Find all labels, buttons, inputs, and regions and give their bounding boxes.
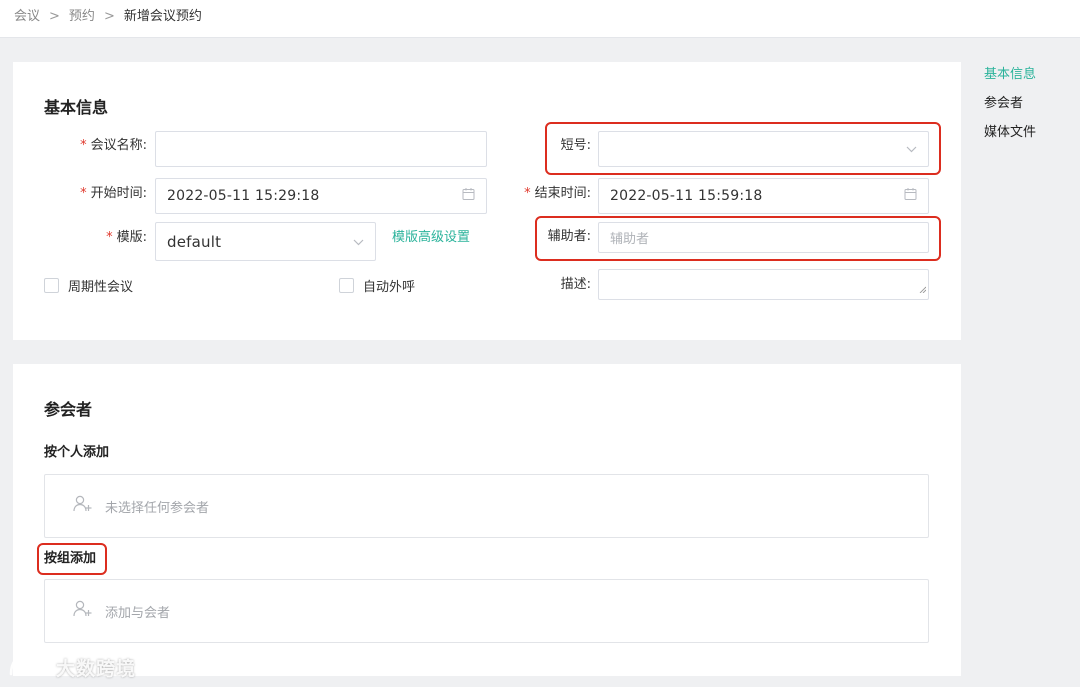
anchor-nav: 基本信息 参会者 媒体文件 — [984, 66, 1036, 153]
anchor-item-basic-info[interactable]: 基本信息 — [984, 66, 1036, 84]
breadcrumb-item-booking[interactable]: 预约 — [69, 8, 95, 26]
assistant-label: 辅助者: — [547, 229, 591, 244]
watermark: 大数跨境 — [8, 652, 136, 683]
meeting-name-label-text: 会议名称: — [90, 138, 147, 153]
add-by-group-title: 按组添加 — [44, 551, 97, 566]
add-by-group-box[interactable]: 添加与会者 — [44, 579, 929, 643]
end-time-picker[interactable]: 2022-05-11 15:59:18 — [598, 178, 929, 214]
start-time-picker[interactable]: 2022-05-11 15:29:18 — [155, 178, 487, 214]
recurring-meeting-checkbox[interactable] — [44, 278, 59, 293]
add-user-icon — [73, 600, 93, 622]
breadcrumb-item-current: 新增会议预约 — [123, 9, 202, 24]
add-by-person-title: 按个人添加 — [44, 445, 110, 460]
description-label: 描述: — [560, 277, 591, 292]
add-by-person-empty-text: 未选择任何参会者 — [105, 500, 210, 516]
required-mark: * — [80, 186, 87, 201]
meeting-name-input[interactable] — [155, 131, 487, 167]
end-time-label: * 结束时间: — [503, 185, 591, 203]
auto-call-label: 自动外呼 — [363, 280, 416, 295]
add-user-icon — [73, 495, 93, 517]
auto-call-checkbox[interactable] — [339, 278, 354, 293]
start-time-label-text: 开始时间: — [90, 186, 147, 201]
assistant-placeholder: 辅助者 — [610, 232, 650, 247]
template-select[interactable]: default — [155, 222, 376, 261]
watermark-text: 大数跨境 — [56, 658, 137, 680]
breadcrumb-separator: > — [103, 9, 115, 24]
template-value: default — [167, 232, 222, 251]
end-time-value: 2022-05-11 15:59:18 — [610, 188, 763, 204]
description-textarea[interactable] — [598, 269, 929, 300]
auto-call-option[interactable]: 自动外呼 — [339, 276, 415, 295]
basic-info-card: 基本信息 * 会议名称: 短号: * 开始时间: 2022-05-11 15:29:… — [13, 62, 961, 340]
required-mark: * — [106, 230, 113, 245]
required-mark: * — [524, 186, 531, 201]
anchor-item-participants[interactable]: 参会者 — [984, 95, 1036, 113]
required-mark: * — [80, 138, 87, 153]
chevron-down-icon — [906, 141, 917, 157]
short-number-select[interactable] — [598, 131, 929, 167]
breadcrumb-item-meeting[interactable]: 会议 — [14, 8, 40, 26]
meeting-name-label: * 会议名称: — [53, 137, 147, 155]
template-label: * 模版: — [53, 229, 147, 247]
template-advanced-settings-link[interactable]: 模版高级设置 — [392, 229, 470, 247]
start-time-value: 2022-05-11 15:29:18 — [167, 188, 320, 204]
watermark-logo-icon — [8, 652, 50, 683]
recurring-meeting-label: 周期性会议 — [68, 280, 134, 295]
assistant-input[interactable]: 辅助者 — [598, 222, 929, 253]
breadcrumb-separator: > — [49, 9, 60, 24]
add-by-person-box[interactable]: 未选择任何参会者 — [44, 474, 929, 538]
basic-info-title: 基本信息 — [44, 98, 109, 117]
resize-handle-icon[interactable] — [919, 281, 927, 297]
start-time-label: * 开始时间: — [53, 185, 147, 203]
top-bar: 会议 > 预约 > 新增会议预约 — [0, 0, 1080, 38]
short-number-label: 短号: — [560, 138, 591, 153]
template-label-text: 模版: — [116, 230, 147, 245]
end-time-label-text: 结束时间: — [534, 186, 591, 201]
participants-card: 参会者 按个人添加 未选择任何参会者 按组添加 添加与会者 — [13, 364, 961, 676]
calendar-icon — [904, 188, 917, 205]
anchor-item-media-files[interactable]: 媒体文件 — [984, 124, 1036, 142]
add-by-group-empty-text: 添加与会者 — [105, 605, 171, 621]
breadcrumb: 会议 > 预约 > 新增会议预约 — [14, 8, 202, 26]
calendar-icon — [462, 188, 475, 205]
participants-title: 参会者 — [44, 400, 93, 419]
chevron-down-icon — [353, 234, 364, 250]
recurring-meeting-option[interactable]: 周期性会议 — [44, 276, 133, 295]
